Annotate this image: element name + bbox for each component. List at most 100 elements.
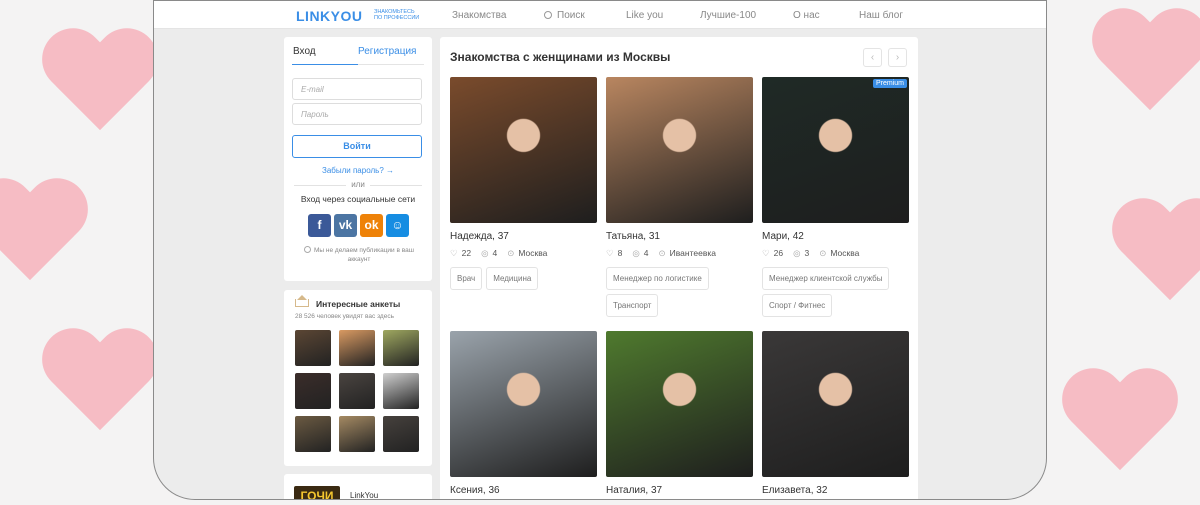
heart-decoration bbox=[1060, 370, 1180, 480]
heart-value: 22 bbox=[461, 248, 472, 258]
camera-icon: ◎ bbox=[793, 248, 801, 258]
location-stat: ⊙ Ивантеевка bbox=[659, 248, 716, 259]
location-stat: ⊙ Москва bbox=[819, 248, 859, 259]
profile-stats: ♡ 8 ◎ 4 ⊙ Ивантеевка bbox=[606, 248, 753, 259]
profession-tag[interactable]: Транспорт bbox=[606, 294, 659, 317]
forgot-password-link[interactable]: Забыли пароль? → bbox=[284, 166, 432, 175]
heart-value: 8 bbox=[617, 248, 623, 258]
nav-item-dating[interactable]: Знакомства bbox=[452, 10, 506, 21]
camera-stat: ◎ 3 bbox=[793, 248, 809, 259]
interesting-thumbs bbox=[295, 330, 419, 452]
tab-register[interactable]: Регистрация bbox=[358, 46, 416, 57]
profile-card[interactable]: Наталия, 37 bbox=[606, 331, 753, 496]
profile-card[interactable]: Premium Мари, 42 ♡ 26 ◎ 3 ⊙ Москва Менеджер клие… bbox=[762, 77, 909, 317]
heart-decoration bbox=[40, 30, 160, 140]
profile-name[interactable]: Ксения, 36 bbox=[450, 485, 597, 496]
tab-login[interactable]: Вход bbox=[293, 46, 316, 57]
profile-card[interactable]: Елизавета, 32 bbox=[762, 331, 909, 496]
social-login-title: Вход через социальные сети bbox=[300, 194, 416, 204]
heart-decoration bbox=[0, 180, 90, 290]
next-arrow-button[interactable]: › bbox=[888, 48, 907, 67]
heart-stat: ♡ 8 bbox=[606, 248, 622, 259]
heart-icon: ♡ bbox=[606, 248, 614, 258]
login-button[interactable]: Войти bbox=[292, 135, 422, 158]
profile-name[interactable]: Елизавета, 32 bbox=[762, 485, 909, 496]
logo-tagline: ЗНАКОМЬТЕСЬ ПО ПРОФЕССИИ bbox=[374, 9, 420, 21]
password-field[interactable]: Пароль bbox=[292, 103, 422, 125]
top-nav: LINKYOU ЗНАКОМЬТЕСЬ ПО ПРОФЕССИИ Знакомс… bbox=[154, 1, 1046, 29]
profile-name[interactable]: Надежда, 37 bbox=[450, 231, 597, 242]
profile-thumb[interactable] bbox=[339, 330, 375, 366]
profile-tags: Врач Медицина bbox=[450, 267, 597, 290]
interesting-profiles-card: Интересные анкеты 28 526 человек увидят … bbox=[284, 290, 432, 466]
profile-card[interactable]: Татьяна, 31 ♡ 8 ◎ 4 ⊙ Ивантеевка Менеджер по ло… bbox=[606, 77, 753, 317]
profile-stats: ♡ 26 ◎ 3 ⊙ Москва bbox=[762, 248, 909, 259]
profile-name[interactable]: Мари, 42 bbox=[762, 231, 909, 242]
profile-name[interactable]: Наталия, 37 bbox=[606, 485, 753, 496]
sidebar: Вход Регистрация E-mail Пароль Войти Заб… bbox=[284, 37, 432, 499]
profile-photo[interactable] bbox=[450, 77, 597, 223]
interesting-subtitle: 28 526 человек увидят вас здесь bbox=[295, 313, 394, 320]
heart-decoration bbox=[1090, 10, 1200, 120]
profile-thumb[interactable] bbox=[339, 373, 375, 409]
promo-logo[interactable]: ГОЧИ bbox=[294, 486, 340, 499]
profile-stats: ♡ 22 ◎ 4 ⊙ Москва bbox=[450, 248, 597, 259]
main-content: Знакомства с женщинами из Москвы ‹ › Над… bbox=[440, 37, 918, 499]
promo-card: ГОЧИ LinkYou bbox=[284, 474, 432, 499]
nav-item-top-100[interactable]: Лучшие-100 bbox=[700, 10, 756, 21]
profession-tag[interactable]: Менеджер клиентской службы bbox=[762, 267, 890, 290]
profile-photo[interactable] bbox=[606, 77, 753, 223]
location-stat: ⊙ Москва bbox=[507, 248, 547, 259]
tab-divider bbox=[358, 64, 424, 65]
heart-icon: ♡ bbox=[450, 248, 458, 258]
location-value: Москва bbox=[830, 248, 860, 258]
interesting-title: Интересные анкеты bbox=[316, 299, 401, 309]
profession-tag[interactable]: Врач bbox=[450, 267, 483, 290]
profile-photo[interactable] bbox=[450, 331, 597, 477]
profile-thumb[interactable] bbox=[295, 416, 331, 452]
browser-frame: LINKYOU ЗНАКОМЬТЕСЬ ПО ПРОФЕССИИ Знакомс… bbox=[153, 0, 1047, 500]
profession-tag[interactable]: Менеджер по логистике bbox=[606, 267, 709, 290]
nav-item-blog[interactable]: Наш блог bbox=[859, 10, 903, 21]
page-title: Знакомства с женщинами из Москвы bbox=[450, 50, 671, 64]
profile-photo[interactable]: Premium bbox=[762, 77, 909, 223]
profile-thumb[interactable] bbox=[339, 416, 375, 452]
social-buttons: f vk ok ☺ bbox=[308, 214, 409, 237]
or-divider: или bbox=[284, 180, 432, 189]
nav-item-about[interactable]: О нас bbox=[793, 10, 820, 21]
odnoklassniki-icon[interactable]: ok bbox=[360, 214, 383, 237]
heart-stat: ♡ 26 bbox=[762, 248, 783, 259]
location-icon: ⊙ bbox=[658, 248, 666, 258]
profile-thumb[interactable] bbox=[295, 373, 331, 409]
email-field[interactable]: E-mail bbox=[292, 78, 422, 100]
camera-value: 4 bbox=[643, 248, 649, 258]
nav-item-search-label: Поиск bbox=[557, 10, 585, 21]
location-icon: ⊙ bbox=[819, 248, 827, 258]
profile-thumb[interactable] bbox=[383, 330, 419, 366]
tab-active-underline bbox=[292, 64, 358, 65]
profession-tag[interactable]: Спорт / Фитнес bbox=[762, 294, 833, 317]
profile-tags: Менеджер по логистике Транспорт bbox=[606, 267, 753, 317]
profile-name[interactable]: Татьяна, 31 bbox=[606, 231, 753, 242]
heart-stat: ♡ 22 bbox=[450, 248, 471, 259]
heart-decoration bbox=[40, 330, 160, 440]
profile-photo[interactable] bbox=[606, 331, 753, 477]
facebook-icon[interactable]: f bbox=[308, 214, 331, 237]
camera-value: 3 bbox=[804, 248, 810, 258]
profile-card[interactable]: Ксения, 36 bbox=[450, 331, 597, 496]
profession-tag[interactable]: Медицина bbox=[486, 267, 539, 290]
profile-photo[interactable] bbox=[762, 331, 909, 477]
moimir-icon[interactable]: ☺ bbox=[386, 214, 409, 237]
location-icon: ⊙ bbox=[507, 248, 515, 258]
profile-thumb[interactable] bbox=[295, 330, 331, 366]
profile-card[interactable]: Надежда, 37 ♡ 22 ◎ 4 ⊙ Москва Врач Медицина bbox=[450, 77, 597, 290]
prev-arrow-button[interactable]: ‹ bbox=[863, 48, 882, 67]
camera-stat: ◎ 4 bbox=[481, 248, 497, 259]
camera-icon: ◎ bbox=[481, 248, 489, 258]
profile-thumb[interactable] bbox=[383, 373, 419, 409]
nav-item-like-you[interactable]: Like you bbox=[626, 10, 663, 21]
nav-item-search[interactable]: Поиск bbox=[544, 10, 585, 21]
profile-thumb[interactable] bbox=[383, 416, 419, 452]
vk-icon[interactable]: vk bbox=[334, 214, 357, 237]
logo[interactable]: LINKYOU bbox=[296, 8, 363, 24]
